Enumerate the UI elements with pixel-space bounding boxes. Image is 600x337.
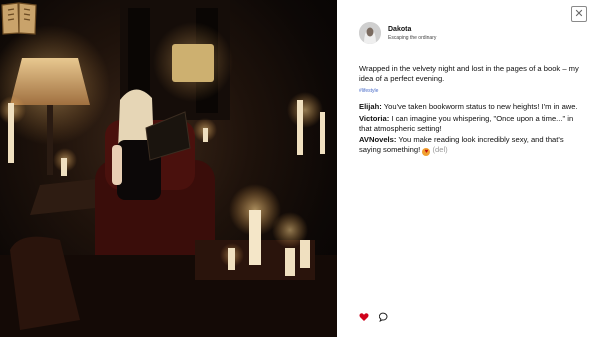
comment-text: I can imagine you whispering, "Once upon… bbox=[359, 113, 574, 133]
comment-list: Elijah: You've taken bookworm status to … bbox=[359, 102, 581, 158]
comment-bubble-icon[interactable] bbox=[379, 312, 389, 322]
comment-item: Victoria: I can imagine you whispering, … bbox=[359, 114, 581, 134]
author-meta: Dakota Escaping the ordinary bbox=[388, 26, 436, 41]
comment-author: Victoria: bbox=[359, 113, 390, 123]
comment-author: AVNovels: bbox=[359, 135, 397, 145]
close-button[interactable]: ✕ bbox=[571, 6, 587, 22]
comment-item: Elijah: You've taken bookworm status to … bbox=[359, 102, 581, 112]
avatar-image bbox=[359, 22, 381, 44]
left-lamp bbox=[10, 58, 90, 105]
scene-illustration bbox=[0, 0, 337, 337]
post-hashtag[interactable]: #lifestyle bbox=[359, 88, 378, 94]
post-text: Wrapped in the velvety night and lost in… bbox=[359, 64, 579, 83]
author-name[interactable]: Dakota bbox=[388, 26, 436, 33]
foreground-chair bbox=[10, 236, 80, 330]
comment-item: AVNovels: You make reading look incredib… bbox=[359, 135, 581, 157]
post-panel: ✕ Dakota Escaping the ordinary Wrapped i… bbox=[337, 0, 600, 337]
delete-comment-link[interactable]: (del) bbox=[432, 145, 447, 154]
avatar[interactable] bbox=[359, 22, 381, 44]
post-header: Dakota Escaping the ordinary bbox=[359, 22, 436, 44]
game-screen: ✕ Dakota Escaping the ordinary Wrapped i… bbox=[0, 0, 600, 337]
scene-image bbox=[0, 0, 337, 337]
heart-icon[interactable] bbox=[359, 312, 369, 322]
heart-eyes-emoji-icon: ♥ bbox=[422, 148, 431, 157]
author-status: Escaping the ordinary bbox=[388, 34, 437, 41]
post-actions bbox=[359, 312, 389, 322]
comment-text: You've taken bookworm status to new heig… bbox=[383, 102, 578, 111]
right-lamp bbox=[172, 44, 214, 82]
book-menu-icon[interactable] bbox=[0, 0, 38, 36]
comment-author: Elijah: bbox=[359, 102, 382, 111]
